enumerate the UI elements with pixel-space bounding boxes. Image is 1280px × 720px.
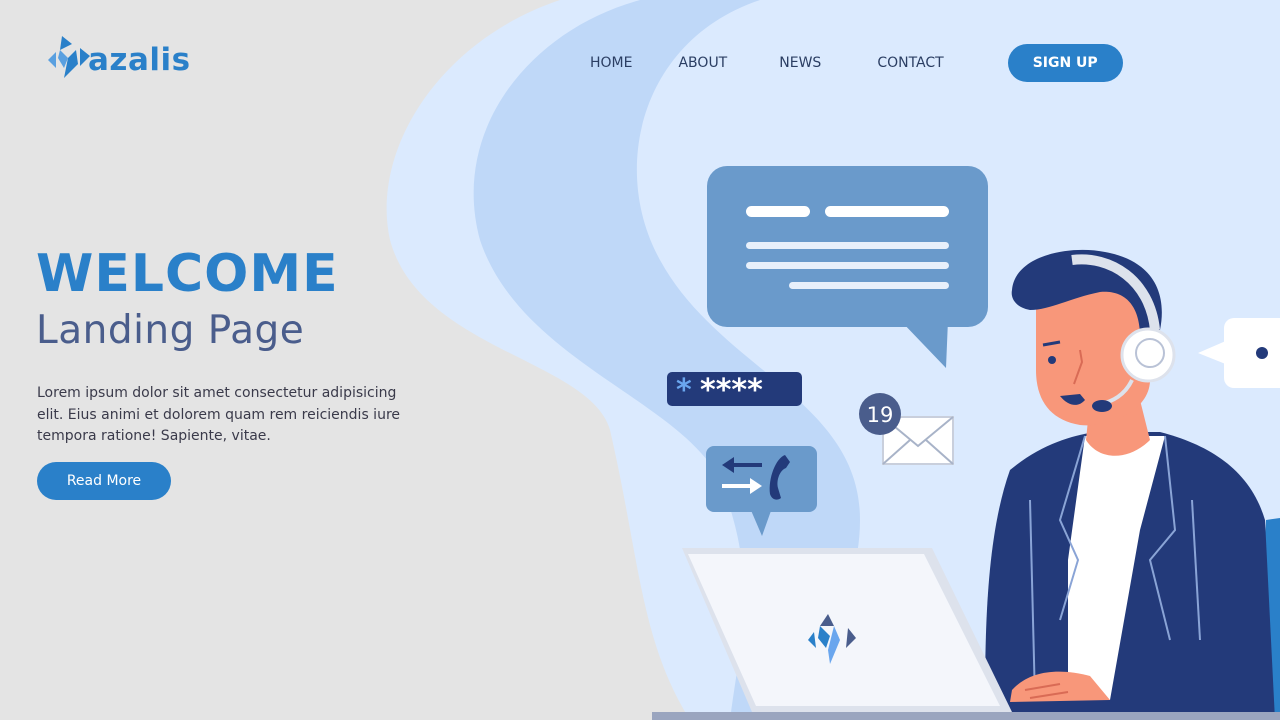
hero-illustration: * **** 19	[386, 0, 1280, 720]
brand-name: azalis	[88, 42, 191, 78]
password-field-icon: * ****	[667, 372, 802, 408]
svg-text:*: *	[676, 373, 692, 408]
nav-home-link[interactable]: HOME	[590, 55, 632, 71]
zigzag-logo-icon	[48, 36, 90, 78]
hero-description: Lorem ipsum dolor sit amet consectetur a…	[37, 385, 401, 444]
sign-up-button[interactable]: SIGN UP	[1007, 44, 1123, 82]
hero-title: WELCOME	[36, 244, 339, 304]
main-nav: HOME ABOUT NEWS CONTACT SIGN UP	[560, 44, 1123, 82]
nav-contact-link[interactable]: CONTACT	[877, 55, 943, 71]
read-more-button[interactable]: Read More	[37, 462, 171, 500]
brand-logo[interactable]: azalis	[46, 32, 191, 82]
nav-news-link[interactable]: NEWS	[779, 55, 821, 71]
svg-text:****: ****	[700, 373, 763, 408]
nav-about-link[interactable]: ABOUT	[678, 55, 727, 71]
notification-count: 19	[867, 403, 894, 427]
notification-badge: 19	[859, 393, 901, 435]
hero-subtitle: Landing Page	[36, 308, 305, 353]
